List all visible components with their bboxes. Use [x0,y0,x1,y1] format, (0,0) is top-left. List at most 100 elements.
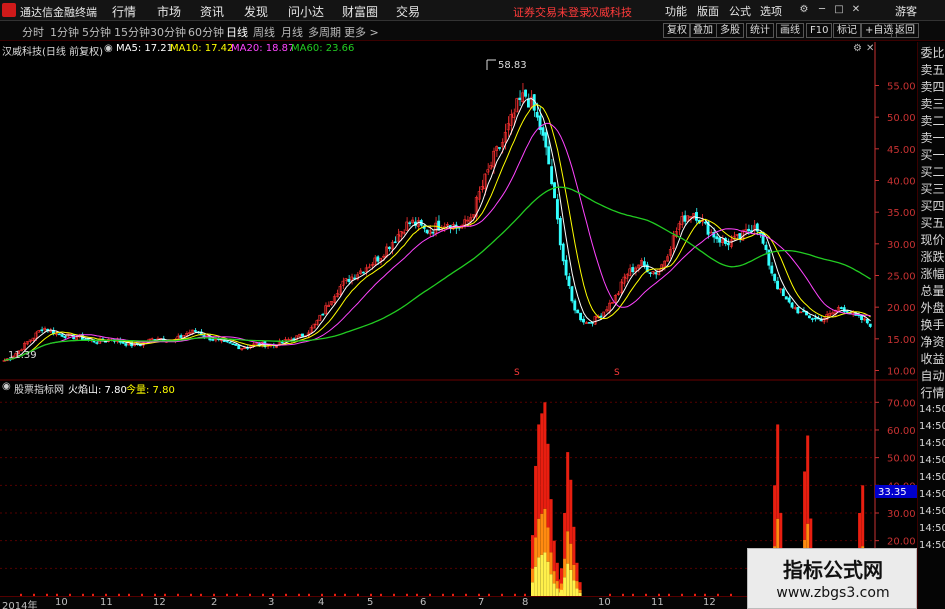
flame-bar [555,562,559,582]
guest-label[interactable]: 游客 [895,3,917,19]
back-button[interactable]: 返回 [891,23,919,38]
tab-period-multi[interactable]: 多周期 [308,24,341,40]
candle-body [579,312,583,321]
menu-layout[interactable]: 版面 [697,3,719,19]
overlay-button[interactable]: 叠加 [689,23,717,38]
side-panel-item[interactable]: 14:50 [919,538,945,554]
sell-marker: S [514,368,520,378]
time-axis-label: 8 [522,597,529,608]
candle-body [425,229,429,234]
side-panel-item[interactable]: 14:50 [919,436,945,452]
candle-body [376,256,380,262]
side-panel-item[interactable]: 14:50 [919,521,945,537]
menu-quotes[interactable]: 行情 [112,3,136,20]
flame-bar-core [560,583,563,590]
candle-body [842,307,846,312]
draw-line-button[interactable]: 画线 [776,23,804,38]
flame-bar-base [534,566,538,596]
flame-bar-core [566,531,570,564]
flame-bar-base [537,557,541,596]
chart-close-icon[interactable]: ✕ [866,43,874,54]
candle-body [193,330,197,332]
f10-button[interactable]: F10 [806,23,833,38]
app-logo-icon [2,3,16,17]
menu-formula[interactable]: 公式 [729,3,751,19]
side-panel-item[interactable]: 14:50 [919,419,945,435]
candle-body [179,335,183,338]
candle-body [431,231,435,234]
flame-bar-base [572,580,576,596]
mark-button[interactable]: 标记 [833,23,861,38]
menu-ask[interactable]: 问小达 [288,3,324,20]
time-axis-label: 10 [55,597,68,608]
menu-wealth[interactable]: 财富圈 [342,3,378,20]
candle-body [703,221,707,224]
adjust-button[interactable]: 复权 [663,23,691,38]
watermark-url: www.zbgs3.com [776,585,890,601]
tab-period-1min[interactable]: 1分钟 [50,24,79,40]
menu-discover[interactable]: 发现 [244,3,268,20]
flame-bar-core [543,508,547,553]
close-icon[interactable]: ✕ [850,4,862,16]
time-axis-label: 12 [703,597,716,608]
info-toggle-icon[interactable]: ◉ [104,43,113,54]
indicator-info-line: ◉ 股票指标网 火焰山: 7.80 今量: 7.80 [0,381,880,396]
tab-period-5min[interactable]: 5分钟 [82,24,111,40]
statistics-button[interactable]: 统计 [746,23,774,38]
side-panel-item[interactable]: 14:50 [919,470,945,486]
tab-period-30min[interactable]: 30分钟 [150,24,186,40]
candle-body [582,318,585,323]
side-panel-item[interactable]: 14:50 [919,402,945,418]
side-panel-item: 涨跌 [920,250,945,264]
flame-bar [806,435,810,524]
candle-body [225,340,229,343]
high-price-label: 58.83 [498,60,527,71]
price-tick-label: 20.00 [887,303,916,314]
candle-body [781,288,785,297]
flame-bar-core [546,527,550,562]
maximize-icon[interactable]: □ [833,4,845,16]
side-panel-item[interactable]: 自动 [919,368,945,384]
watermark-title: 指标公式网 [783,558,883,582]
settings-icon[interactable]: ⚙ [798,4,810,16]
menu-trade[interactable]: 交易 [396,3,420,20]
tab-period-daily[interactable]: 日线 [226,24,248,40]
candle-body [541,127,545,136]
chart-settings-icon[interactable]: ⚙ [853,43,862,54]
candle-body [547,146,551,165]
menu-market[interactable]: 市场 [157,3,181,20]
time-axis-label: 6 [420,597,427,608]
menu-function[interactable]: 功能 [665,3,687,19]
low-price-label: 11.39 [8,350,37,361]
tab-period-weekly[interactable]: 周线 [253,24,275,40]
multi-stock-button[interactable]: 多股 [716,23,744,38]
candle-body [347,279,351,282]
menu-news[interactable]: 资讯 [200,3,224,20]
kline-chart[interactable]: 58.83 11.39 S S 10.00 15.00 20.00 25.00 30.0… [0,42,917,596]
price-tick-label: 35.00 [887,208,916,219]
ma5-value: MA5: 17.21 [116,43,174,54]
login-notice[interactable]: 证券交易未登录 [513,4,590,20]
side-panel-item: 买三 [920,182,945,196]
flame-bar-base [549,574,553,596]
menu-options[interactable]: 选项 [760,3,782,19]
side-panel-item[interactable]: 14:50 [919,504,945,520]
tab-period-tick[interactable]: 分时 [22,24,44,40]
tab-period-60min[interactable]: 60分钟 [188,24,224,40]
candle-body [868,323,872,327]
minimize-icon[interactable]: ─ [816,4,828,16]
side-panel-item[interactable]: 14:50 [919,453,945,469]
candle-body [784,296,788,300]
indicator-toggle-icon[interactable]: ◉ [2,381,11,392]
price-tick-label: 10.00 [887,367,916,378]
candle-body [561,243,565,262]
candle-body [544,132,548,148]
tab-period-monthly[interactable]: 月线 [281,24,303,40]
candle-body [124,343,128,346]
tab-period-15min[interactable]: 15分钟 [114,24,150,40]
tab-period-more[interactable]: 更多 > [344,24,379,40]
side-panel-item[interactable]: 行情 [919,385,945,401]
flame-bar [534,465,538,538]
side-panel-item: 买一 [920,148,945,162]
side-panel-item[interactable]: 14:50 [919,487,945,503]
